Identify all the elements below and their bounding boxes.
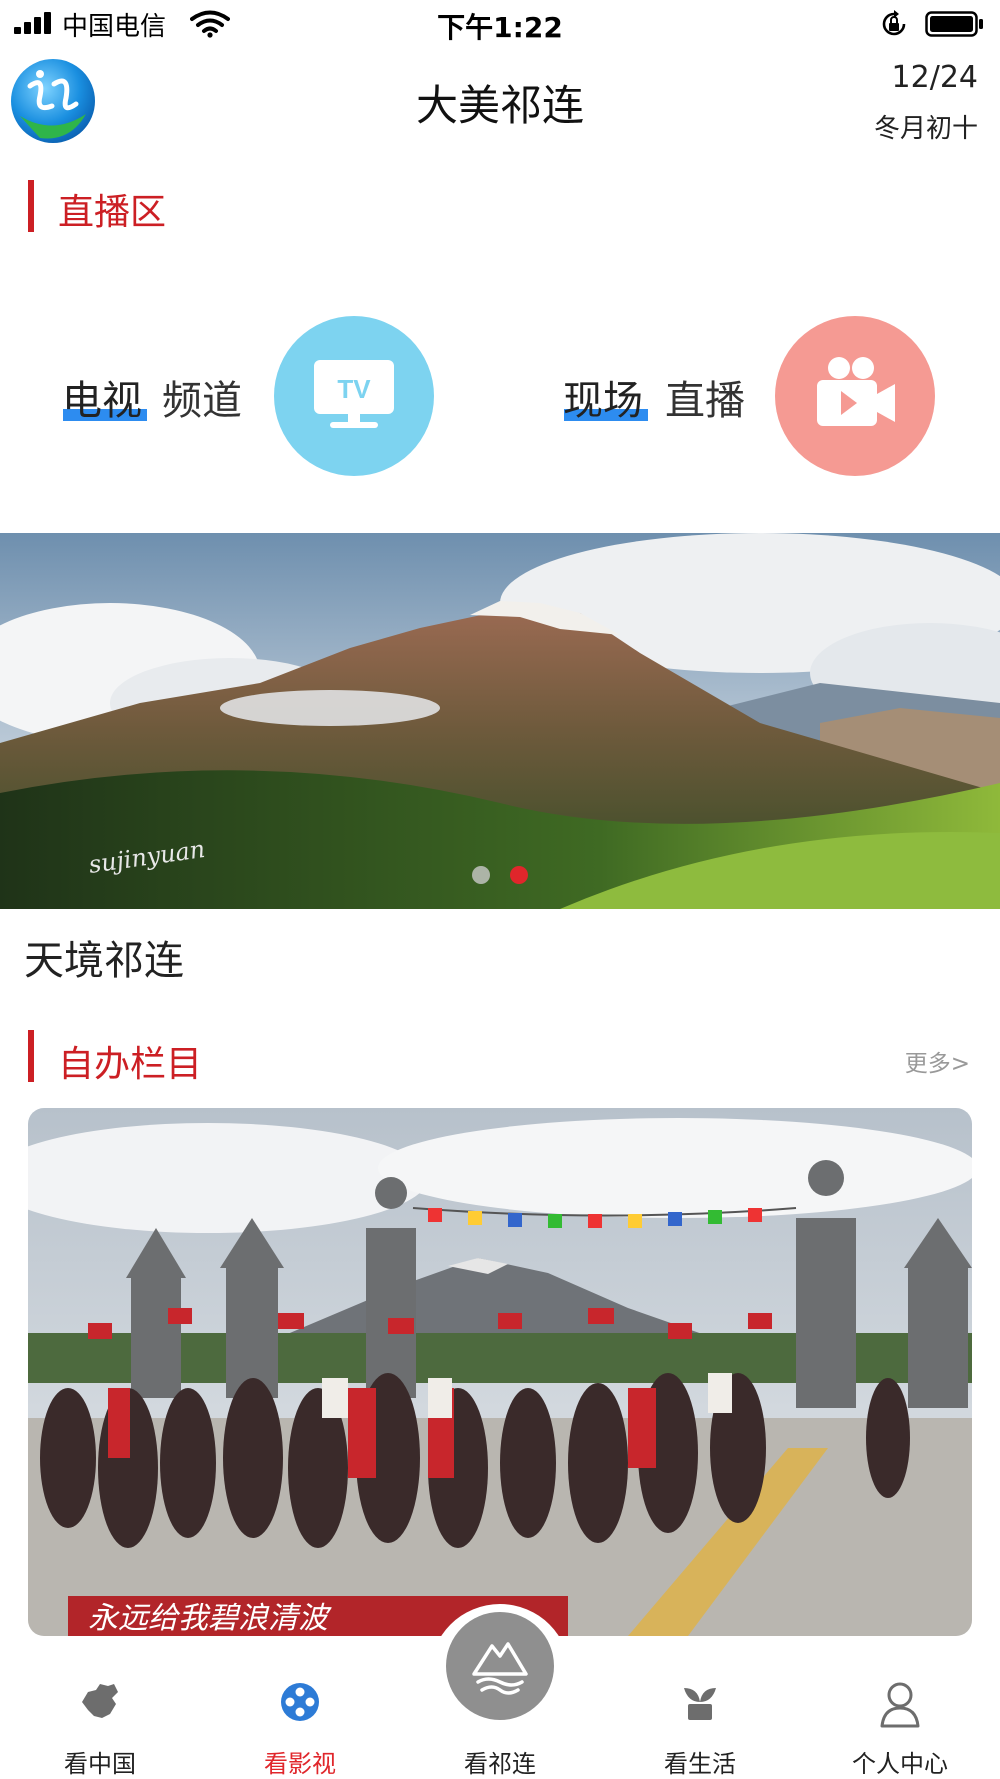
tv-channel-label: 频道: [162, 378, 242, 424]
tab-china[interactable]: 看中国: [0, 1670, 200, 1778]
more-link[interactable]: 更多>: [905, 1044, 970, 1078]
tab-film[interactable]: 看影视: [200, 1670, 400, 1778]
tv-channel-entry[interactable]: 电视 频道 TV: [62, 306, 442, 486]
section-marker: [28, 1030, 34, 1082]
lunar-date-label: 冬月初十: [873, 114, 978, 144]
user-icon: [880, 1682, 920, 1728]
tab-label: 看祁连: [464, 1750, 536, 1778]
tab-profile[interactable]: 个人中心: [800, 1670, 1000, 1778]
live-section-title: 直播区: [58, 192, 167, 233]
pagination-dot[interactable]: [472, 866, 490, 884]
live-broadcast-label: 直播: [665, 378, 745, 424]
section-marker: [28, 180, 34, 232]
pagination-dot-active[interactable]: [510, 866, 528, 884]
banner-carousel[interactable]: sujinyuan: [0, 533, 1000, 909]
status-bar: 中国电信 下午1:22: [0, 0, 1000, 50]
rotation-lock-icon: [882, 10, 906, 36]
tv-icon-label: TV: [337, 374, 371, 404]
page-title: 大美祁连: [415, 81, 584, 130]
live-broadcast-entry[interactable]: 现场 直播: [563, 306, 943, 486]
tab-label: 看中国: [64, 1750, 136, 1778]
status-time: 下午1:22: [437, 11, 563, 44]
video-camera-icon: [775, 316, 935, 476]
program-thumbnail: 永远给我碧浪清波: [28, 1108, 972, 1636]
tab-label: 个人中心: [852, 1750, 948, 1778]
live-broadcast-label-strong: 现场: [563, 378, 643, 424]
tab-label-active: 看影视: [264, 1750, 336, 1778]
tab-qilian[interactable]: [446, 1612, 554, 1720]
battery-icon: [925, 11, 983, 37]
program-subtitle: 永远给我碧浪清波: [88, 1601, 332, 1636]
tab-label: 看生活: [664, 1750, 736, 1778]
mountain-lake-icon: [472, 1642, 528, 1695]
banner-caption[interactable]: 天境祁连: [24, 928, 184, 986]
program-card[interactable]: 永远给我碧浪清波: [28, 1108, 972, 1636]
china-map-icon: [82, 1684, 118, 1718]
banner-image: sujinyuan: [0, 533, 1000, 909]
tv-channel-label-strong: 电视: [62, 378, 142, 424]
date-label: 12/24: [891, 60, 978, 95]
tv-icon: TV: [274, 316, 434, 476]
tab-life[interactable]: 看生活: [600, 1670, 800, 1778]
sprout-icon: [684, 1688, 716, 1720]
program-section-title: 自办栏目: [58, 1044, 203, 1085]
film-reel-icon: [281, 1683, 319, 1721]
